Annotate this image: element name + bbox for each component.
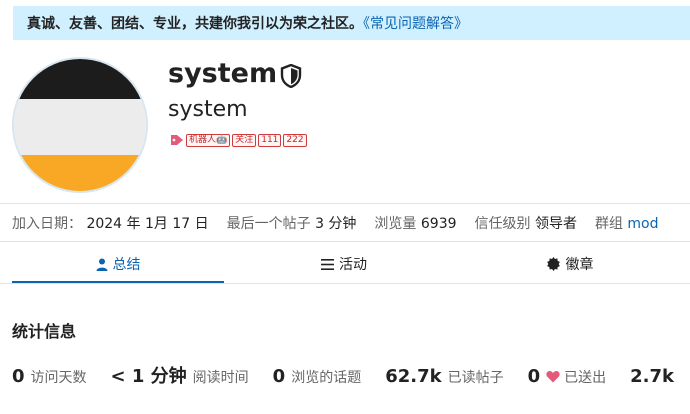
full-name: system bbox=[168, 97, 248, 122]
stat-likes-received: 2.7k bbox=[630, 366, 674, 387]
stats-row: 0 访问天数 < 1 分钟 阅读时间 0 浏览的话题 62.7k 已读帖子 0 已送出 … bbox=[12, 362, 690, 388]
tab-summary[interactable]: 总结 bbox=[12, 246, 224, 282]
profile-tabs: 总结 活动 徽章 bbox=[12, 246, 690, 284]
group-link[interactable]: mod bbox=[627, 216, 658, 232]
tab-activity[interactable]: 活动 bbox=[238, 246, 450, 282]
user-tags: 机器人🤖 关注 111 222 bbox=[170, 132, 309, 148]
badge-certificate-icon bbox=[546, 257, 560, 271]
stat-read-time: < 1 分钟 阅读时间 bbox=[110, 366, 249, 387]
avatar[interactable] bbox=[12, 57, 148, 193]
tab-label: 徽章 bbox=[565, 257, 594, 273]
tag-icon bbox=[171, 135, 183, 145]
stat-posts-read: 62.7k 已读帖子 bbox=[385, 366, 504, 387]
divider bbox=[0, 283, 690, 284]
views-value: 6939 bbox=[420, 216, 457, 232]
divider bbox=[0, 203, 690, 204]
tab-label: 总结 bbox=[112, 257, 141, 273]
user-meta: 加入日期： 2024 年 1月 17 日 最后一个帖子 3 分钟 浏览量 693… bbox=[12, 213, 677, 233]
tag-badge[interactable]: 关注 bbox=[232, 133, 257, 147]
tag-badge[interactable]: 111 bbox=[258, 133, 282, 147]
divider bbox=[0, 241, 690, 242]
joined-value: 2024 年 1月 17 日 bbox=[86, 216, 209, 232]
faq-link[interactable]: 《常见问题解答》 bbox=[363, 16, 468, 32]
section-title: 统计信息 bbox=[12, 322, 77, 341]
shield-icon bbox=[280, 64, 302, 88]
joined-label: 加入日期： bbox=[12, 216, 82, 232]
username: system bbox=[168, 58, 278, 89]
trust-level-label: 信任级别 bbox=[474, 216, 531, 232]
stat-days-visited: 0 访问天数 bbox=[12, 366, 87, 387]
tag-badge[interactable]: 机器人🤖 bbox=[186, 133, 231, 147]
last-post-value[interactable]: 3 分钟 bbox=[315, 216, 356, 232]
banner-message: 真诚、友善、团结、专业，共建你我引以为荣之社区。 bbox=[27, 16, 363, 32]
tag-badge[interactable]: 222 bbox=[283, 133, 307, 147]
tab-badges[interactable]: 徽章 bbox=[464, 246, 676, 282]
stat-likes-given: 0 已送出 bbox=[527, 366, 607, 387]
user-icon bbox=[96, 258, 107, 271]
announcement-banner: 真诚、友善、团结、专业，共建你我引以为荣之社区。《常见问题解答》 bbox=[13, 6, 690, 40]
group-label: 群组 bbox=[594, 216, 623, 232]
tab-label: 活动 bbox=[339, 257, 367, 273]
heart-icon bbox=[546, 371, 560, 383]
views-label: 浏览量 bbox=[374, 216, 417, 232]
list-icon bbox=[321, 258, 334, 270]
last-post-label: 最后一个帖子 bbox=[226, 216, 311, 232]
stat-topics-viewed: 0 浏览的话题 bbox=[272, 366, 362, 387]
trust-level-value: 领导者 bbox=[534, 216, 577, 232]
